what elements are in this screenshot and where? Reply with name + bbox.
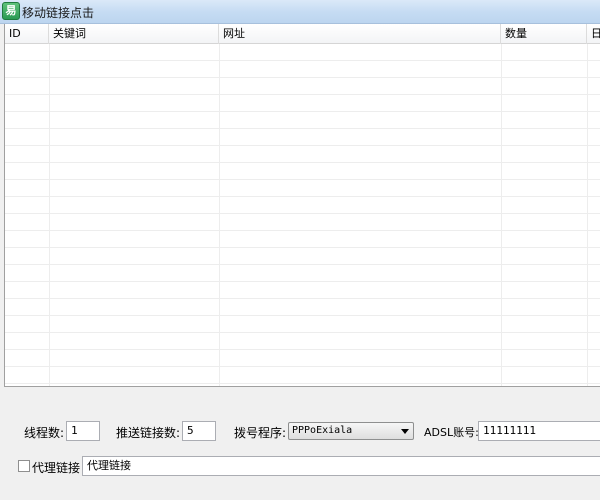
- dialer-selected-value: PPPoExiala: [292, 425, 353, 436]
- list-header: ID 关键词 网址 数量 日: [5, 24, 600, 44]
- column-header-date[interactable]: 日: [587, 24, 600, 44]
- column-header-url[interactable]: 网址: [219, 24, 501, 44]
- column-header-keyword[interactable]: 关键词: [49, 24, 219, 44]
- adsl-account-input[interactable]: 11111111: [478, 421, 600, 441]
- push-links-input[interactable]: 5: [182, 421, 216, 441]
- proxy-checkbox-label[interactable]: 代理链接: [32, 459, 80, 476]
- column-header-count[interactable]: 数量: [501, 24, 587, 44]
- column-header-id[interactable]: ID: [5, 24, 49, 44]
- grid-line: [501, 44, 502, 386]
- proxy-checkbox[interactable]: [18, 460, 30, 472]
- threads-label: 线程数:: [24, 426, 65, 440]
- grid-line: [49, 44, 50, 386]
- app-icon[interactable]: 易: [2, 2, 20, 20]
- proxy-link-input[interactable]: 代理链接: [82, 456, 600, 476]
- grid-line: [219, 44, 220, 386]
- grid-line: [587, 44, 588, 386]
- threads-input[interactable]: 1: [66, 421, 100, 441]
- dialer-select[interactable]: PPPoExiala: [288, 422, 414, 440]
- app-window: 易 移动链接点击 ID 关键词 网址 数量 日 线程数: 1 推送链接数: 5 …: [0, 0, 600, 500]
- title-bar[interactable]: 易 移动链接点击: [0, 0, 600, 24]
- settings-panel: 线程数: 1 推送链接数: 5 拨号程序: PPPoExiala ADSL账号:…: [0, 388, 600, 500]
- push-links-label: 推送链接数:: [116, 426, 181, 440]
- link-list-view[interactable]: ID 关键词 网址 数量 日: [4, 24, 600, 387]
- list-body[interactable]: [5, 44, 600, 386]
- window-title: 移动链接点击: [22, 6, 95, 20]
- dialer-label: 拨号程序:: [234, 426, 287, 440]
- adsl-account-label: ADSL账号:: [424, 426, 479, 439]
- chevron-down-icon[interactable]: [401, 429, 409, 434]
